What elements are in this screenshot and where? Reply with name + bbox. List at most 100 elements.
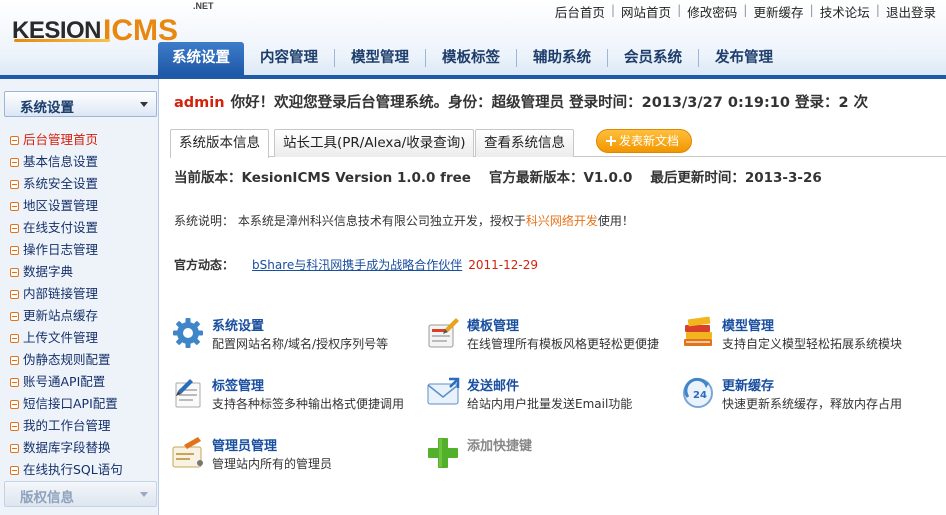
nav-system-settings[interactable]: 系统设置	[158, 42, 244, 75]
username: admin	[174, 95, 225, 111]
tab-system-info[interactable]: 查看系统信息	[475, 129, 574, 157]
quick-template-manage[interactable]: 模板管理 在线管理所有模板风格更轻松更便捷	[425, 315, 675, 355]
sidebar: 系统设置 后台管理首页 基本信息设置 系统安全设置 地区设置管理 在线支付设置 …	[0, 79, 159, 515]
quick-system-settings[interactable]: 系统设置 配置网站名称/域名/授权序列号等	[170, 315, 420, 355]
sidebar-item-rewrite-rules[interactable]: 伪静态规则配置	[0, 349, 158, 371]
quick-title: 模板管理	[467, 319, 520, 334]
quick-desc: 快速更新系统缓存，释放内存占用	[722, 397, 903, 411]
chevron-down-icon	[140, 102, 148, 107]
minus-square-icon	[10, 245, 19, 255]
quick-update-cache[interactable]: 24 更新缓存 快速更新系统缓存，释放内存占用	[680, 375, 930, 415]
last-updated: 最后更新时间：2013-3-26	[650, 170, 822, 186]
svg-text:24: 24	[693, 390, 707, 401]
sidebar-footer-label: 版权信息	[20, 490, 74, 506]
quick-send-mail[interactable]: 发送邮件 给站内用户批量发送Email功能	[425, 375, 675, 415]
tab-webmaster-tools[interactable]: 站长工具(PR/Alexa/收录查询)	[274, 129, 475, 157]
nav-templates[interactable]: 模板标签	[426, 42, 516, 75]
tag-edit-icon	[175, 379, 201, 408]
quick-tag-manage[interactable]: 标签管理 支持各种标签多种输出格式便捷调用	[170, 375, 420, 415]
current-version: 当前版本：KesionICMS Version 1.0.0 free	[174, 170, 471, 186]
quick-title: 管理员管理	[212, 439, 278, 454]
minus-square-icon	[10, 135, 19, 145]
sidebar-item-uploads[interactable]: 上传文件管理	[0, 327, 158, 349]
licensee-highlight: 科兴网络开发	[525, 214, 598, 228]
quick-desc: 支持各种标签多种输出格式便捷调用	[212, 397, 405, 411]
sidebar-item-site-cache[interactable]: 更新站点缓存	[0, 305, 158, 327]
sidebar-header[interactable]: 系统设置	[4, 91, 157, 117]
nav-models[interactable]: 模型管理	[335, 42, 425, 75]
minus-square-icon	[10, 223, 19, 233]
sidebar-item-account-api[interactable]: 账号通API配置	[0, 371, 158, 393]
chevron-down-icon	[140, 492, 148, 497]
toplink-logout[interactable]: 退出登录	[880, 2, 942, 21]
logo-net: .NET	[193, 1, 214, 11]
toplink-forum[interactable]: 技术论坛	[814, 2, 876, 21]
info-tabs: 系统版本信息 站长工具(PR/Alexa/收录查询) 查看系统信息	[170, 129, 946, 158]
news-link[interactable]: bShare与科汛网携手成为战略合作伙伴	[252, 258, 462, 272]
toplink-change-password[interactable]: 修改密码	[681, 2, 743, 21]
quick-desc: 管理站内所有的管理员	[212, 457, 333, 471]
quick-title: 模型管理	[722, 319, 775, 334]
version-info: 当前版本：KesionICMS Version 1.0.0 free 官方最新版本…	[174, 166, 840, 186]
header: KESION ICMS .NET 后台首页 | 网站首页 | 修改密码 | 更新缓存 |…	[0, 0, 946, 75]
sidebar-item-security[interactable]: 系统安全设置	[0, 173, 158, 195]
toplink-site-home[interactable]: 网站首页	[615, 2, 677, 21]
nav-members[interactable]: 会员系统	[608, 42, 698, 75]
official-news: 官方动态： bShare与科汛网携手成为战略合作伙伴 2011-12-29	[174, 256, 538, 273]
nav-publish[interactable]: 发布管理	[699, 42, 789, 75]
minus-square-icon	[10, 465, 19, 475]
sidebar-item-logs[interactable]: 操作日志管理	[0, 239, 158, 261]
tab-version-info[interactable]: 系统版本信息	[170, 129, 269, 158]
quick-title: 添加快捷键	[467, 439, 533, 454]
main-content: admin 你好！欢迎您登录后台管理系统。身份：超级管理员 登录时间：2013/3…	[160, 79, 946, 515]
mail-icon	[427, 377, 460, 405]
welcome-text: 你好！欢迎您登录后台管理系统。身份：超级管理员 登录时间：2013/3/27 0…	[230, 95, 869, 111]
minus-square-icon	[10, 267, 19, 277]
sidebar-item-internal-links[interactable]: 内部链接管理	[0, 283, 158, 305]
add-shortcut-icon	[428, 438, 458, 468]
sidebar-header-label: 系统设置	[20, 100, 74, 116]
quick-add-shortcut[interactable]: 添加快捷键	[425, 435, 675, 475]
minus-square-icon	[10, 355, 19, 365]
toplink-update-cache[interactable]: 更新缓存	[748, 2, 810, 21]
quick-admin-manage[interactable]: 管理员管理 管理站内所有的管理员	[170, 435, 420, 475]
system-description: 系统说明： 本系统是漳州科兴信息技术有限公司独立开发，授权于科兴网络开发使用！	[174, 214, 634, 228]
sidebar-item-workbench[interactable]: 我的工作台管理	[0, 415, 158, 437]
minus-square-icon	[10, 443, 19, 453]
quick-title: 发送邮件	[467, 379, 520, 394]
nav-content[interactable]: 内容管理	[244, 42, 334, 75]
sidebar-item-sql[interactable]: 在线执行SQL语句	[0, 459, 158, 481]
nav-auxiliary[interactable]: 辅助系统	[517, 42, 607, 75]
minus-square-icon	[10, 377, 19, 387]
minus-square-icon	[10, 311, 19, 321]
minus-square-icon	[10, 289, 19, 299]
minus-square-icon	[10, 399, 19, 409]
news-label: 官方动态：	[174, 258, 235, 272]
toplink-admin-home[interactable]: 后台首页	[549, 2, 611, 21]
sidebar-item-admin-home[interactable]: 后台管理首页	[0, 129, 158, 151]
sidebar-item-db-replace[interactable]: 数据库字段替换	[0, 437, 158, 459]
quick-desc: 在线管理所有模板风格更轻松更便捷	[467, 337, 660, 351]
quick-model-manage[interactable]: 模型管理 支持自定义模型轻松拓展系统模块	[680, 315, 930, 355]
add-document-button[interactable]: 发表新文档	[596, 129, 692, 153]
quick-title: 系统设置	[212, 319, 265, 334]
minus-square-icon	[10, 333, 19, 343]
minus-square-icon	[10, 179, 19, 189]
sidebar-item-payment[interactable]: 在线支付设置	[0, 217, 158, 239]
quick-title: 更新缓存	[722, 379, 775, 394]
sidebar-item-region[interactable]: 地区设置管理	[0, 195, 158, 217]
template-icon	[428, 318, 459, 348]
sidebar-item-dictionary[interactable]: 数据字典	[0, 261, 158, 283]
main-nav: 系统设置 内容管理 模型管理 模板标签 辅助系统 会员系统 发布管理	[158, 42, 789, 75]
quick-title: 标签管理	[212, 379, 265, 394]
minus-square-icon	[10, 201, 19, 211]
sidebar-item-sms-api[interactable]: 短信接口API配置	[0, 393, 158, 415]
admin-card-icon	[172, 437, 203, 468]
sidebar-list: 后台管理首页 基本信息设置 系统安全设置 地区设置管理 在线支付设置 操作日志管…	[0, 129, 158, 481]
welcome-message: admin 你好！欢迎您登录后台管理系统。身份：超级管理员 登录时间：2013/3…	[174, 91, 868, 112]
logo-swoosh	[14, 39, 110, 42]
sidebar-footer-copyright[interactable]: 版权信息	[4, 481, 157, 507]
news-date: 2011-12-29	[468, 258, 539, 272]
books-icon	[684, 316, 712, 346]
sidebar-item-basic-info[interactable]: 基本信息设置	[0, 151, 158, 173]
